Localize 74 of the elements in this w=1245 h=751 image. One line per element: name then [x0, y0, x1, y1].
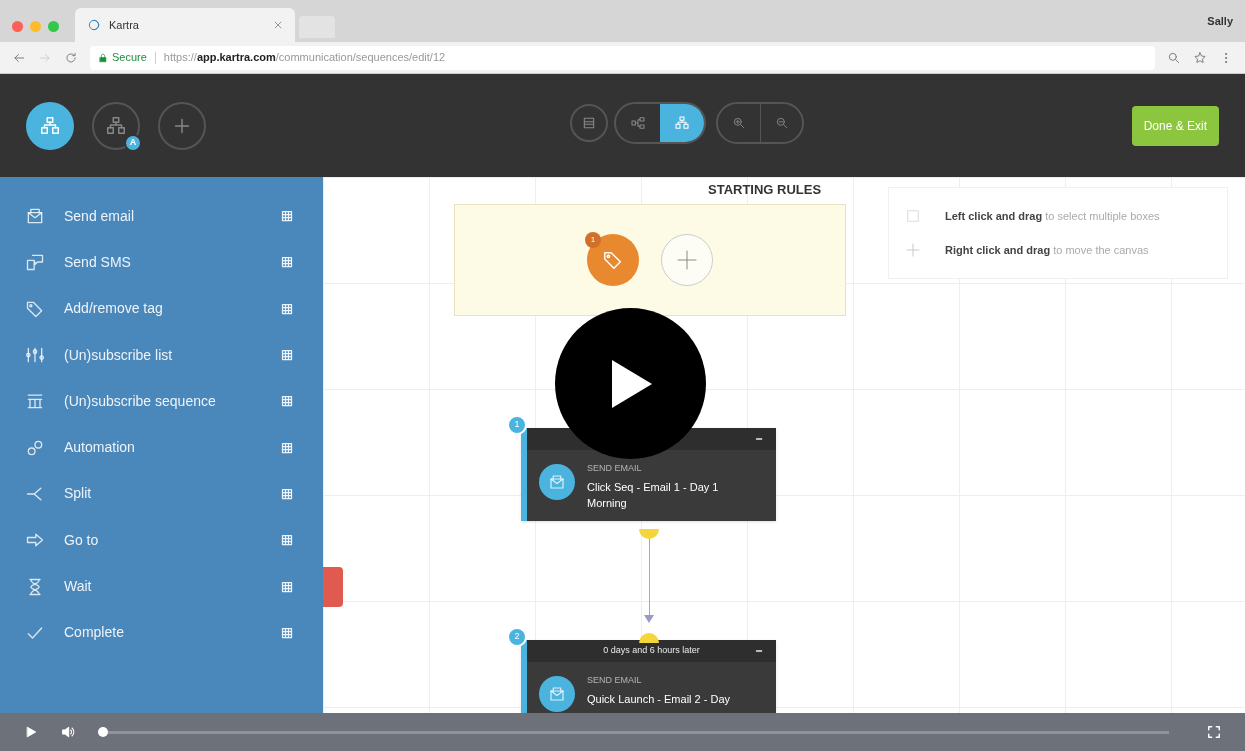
window-control-icon[interactable] — [12, 20, 23, 32]
tab-title: Kartra — [109, 17, 140, 33]
drag-handle-icon[interactable] — [281, 302, 293, 315]
view-toggle-button[interactable] — [570, 104, 608, 142]
envelope-icon — [548, 473, 566, 491]
delay-label: 0 days and 6 hours later — [603, 644, 700, 658]
tag-icon — [602, 249, 624, 271]
drag-handle-icon[interactable] — [281, 210, 293, 223]
step-title: Click Seq - Email 1 - Day 1 Morning — [587, 479, 720, 511]
fullscreen-icon[interactable] — [1207, 725, 1221, 739]
step-number-badge: 2 — [507, 627, 527, 647]
magnifier-icon — [732, 116, 746, 130]
add-button[interactable] — [158, 101, 206, 150]
star-icon[interactable] — [1193, 50, 1207, 65]
browser-tab[interactable]: Kartra — [75, 8, 295, 42]
flow-view-button[interactable] — [26, 101, 74, 150]
step-title: Quick Launch - Email 2 - Day — [587, 691, 732, 707]
selection-icon — [905, 207, 921, 224]
add-rule-button[interactable] — [661, 234, 713, 286]
secure-label: Secure — [112, 50, 147, 66]
step-type-label: SEND EMAIL — [587, 462, 643, 475]
sidebar-item[interactable]: Send SMS — [0, 239, 323, 286]
flowchart-icon — [105, 114, 127, 137]
badge: A — [124, 133, 142, 152]
drag-handle-icon[interactable] — [281, 626, 293, 639]
arrow-head-icon — [644, 615, 654, 623]
profile-name[interactable]: Sally — [1207, 12, 1233, 30]
globe-icon — [87, 18, 101, 32]
step-type-label: SEND EMAIL — [587, 674, 643, 687]
done-and-exit-button[interactable]: Done & Exit — [1131, 105, 1219, 146]
drag-handle-icon[interactable] — [281, 349, 293, 362]
flowchart-icon — [39, 114, 61, 137]
drag-handle-icon[interactable] — [281, 487, 293, 500]
url-text: https://app.kartra.com/communication/sequences/edit/12 — [163, 50, 446, 66]
flow-view-button[interactable]: A — [92, 101, 140, 150]
reload-icon[interactable] — [64, 50, 78, 65]
sidebar-item[interactable]: Send email — [0, 193, 323, 240]
sidebar-item[interactable]: Go to — [0, 517, 323, 564]
horizontal-flow-icon — [630, 115, 646, 131]
sms-icon — [25, 252, 45, 273]
tag-rule-button[interactable]: 1 — [587, 234, 639, 286]
magnifier-icon — [774, 116, 789, 130]
sidebar-item[interactable]: (Un)subscribe list — [0, 331, 323, 379]
sidebar-item[interactable]: Split — [0, 470, 323, 518]
drag-handle-icon[interactable] — [281, 395, 293, 408]
address-bar[interactable]: Secure https://app.kartra.com/communication/sequences/edit/12 — [90, 45, 1155, 70]
sidebar-item[interactable]: Complete — [0, 609, 323, 656]
sidebar-item[interactable]: Automation — [0, 424, 323, 471]
progress-handle[interactable] — [98, 727, 108, 737]
view-toggle-button[interactable] — [660, 104, 704, 142]
workflow-canvas[interactable] — [323, 177, 1245, 713]
section-title: STARTING RULES — [708, 181, 822, 199]
sidebar-item[interactable]: Wait — [0, 563, 323, 610]
close-icon[interactable] — [273, 20, 283, 30]
email-step-card[interactable]: 0 days and 6 hours later SEND EMAIL Quick Launch - Email 2 - Day — [521, 640, 776, 713]
volume-icon[interactable] — [60, 724, 76, 740]
drag-handle-icon[interactable] — [281, 441, 293, 454]
flowchart-icon — [674, 115, 690, 131]
drag-handle-icon[interactable] — [281, 580, 293, 593]
envelope-icon — [548, 685, 566, 703]
step-number-badge: 1 — [507, 415, 527, 435]
move-icon — [905, 242, 921, 259]
hint-text: Right click and drag to move the canvas — [945, 243, 1149, 258]
list-icon — [581, 115, 597, 131]
lock-icon — [98, 52, 108, 63]
zoom-icon — [1167, 50, 1181, 65]
sidebar-item[interactable]: Add/remove tag — [0, 285, 323, 332]
sidebar-item[interactable]: (Un)subscribe sequence — [0, 378, 323, 425]
play-icon[interactable] — [24, 725, 38, 739]
drag-handle-icon[interactable] — [281, 256, 293, 269]
drag-handle-icon[interactable] — [281, 534, 293, 547]
hint-text: Left click and drag to select multiple boxes — [945, 208, 1160, 224]
count-badge: 1 — [585, 232, 601, 248]
plus-icon — [675, 248, 699, 272]
